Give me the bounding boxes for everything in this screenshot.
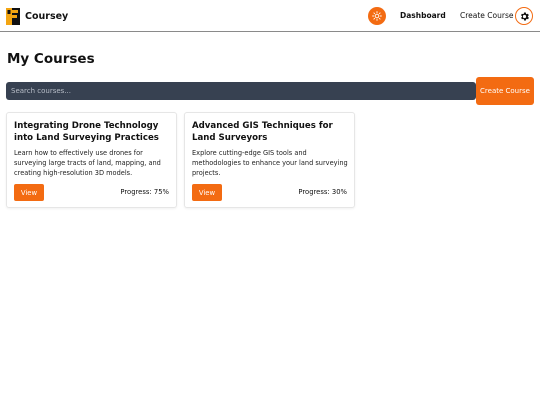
course-description: Learn how to effectively use drones for … [14,149,161,177]
course-card: Advanced GIS Techniques for Land Surveyo… [184,112,355,208]
course-description: Explore cutting-edge GIS tools and metho… [192,149,348,177]
settings-button[interactable] [515,7,533,25]
nav-dashboard-link[interactable]: Dashboard [400,11,446,20]
top-navbar: Coursey Dashboard Create Course [0,0,540,32]
view-course-button[interactable]: View [192,184,222,201]
create-course-button[interactable]: Create Course [476,77,534,105]
search-input[interactable] [6,82,476,100]
gear-icon [520,11,529,21]
brand[interactable]: Coursey [6,7,68,25]
course-card: Integrating Drone Technology into Land S… [6,112,177,208]
course-progress: Progress: 75% [120,188,169,196]
nav-create-course-link[interactable]: Create Course [460,11,514,20]
course-title: Advanced GIS Techniques for Land Surveyo… [192,121,333,143]
page-title: My Courses [7,51,95,67]
theme-toggle-button[interactable] [368,7,386,25]
sun-icon [372,11,382,21]
view-course-button[interactable]: View [14,184,44,201]
coursey-logo-icon [6,7,20,25]
course-progress: Progress: 30% [298,188,347,196]
brand-name: Coursey [25,10,69,22]
course-title: Integrating Drone Technology into Land S… [14,121,159,143]
